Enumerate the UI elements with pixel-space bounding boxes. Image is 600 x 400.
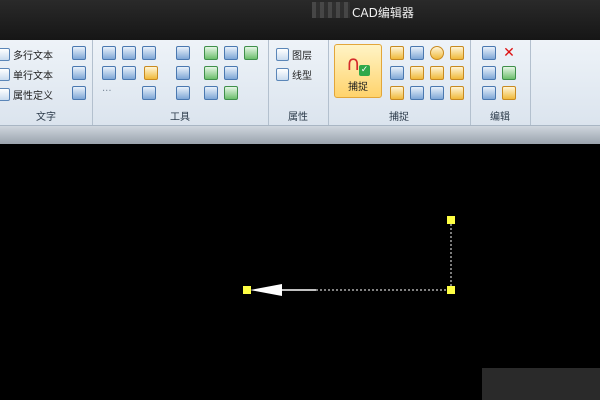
layer-icon — [276, 48, 289, 61]
copy-clip-icon[interactable] — [502, 66, 516, 80]
properties-group-label: 属性 — [288, 112, 308, 123]
explode-icon[interactable] — [204, 86, 218, 100]
layer-label: 图层 — [292, 51, 312, 62]
snap-node-icon[interactable] — [410, 66, 424, 80]
snap-center-icon[interactable] — [430, 46, 444, 60]
mtext-label: 多行文本 — [13, 51, 53, 62]
copy-icon[interactable] — [102, 66, 116, 80]
snap-group-label: 捕捉 — [389, 112, 409, 123]
attdef-label: 属性定义 — [13, 91, 53, 102]
edit-group-label: 编辑 — [490, 112, 510, 123]
properties-icon[interactable] — [502, 86, 516, 100]
text-group-label: 文字 — [36, 112, 56, 123]
snap-perpendicular-icon[interactable] — [410, 46, 424, 60]
bottom-right-panel — [482, 368, 600, 400]
ungroup-icon[interactable] — [224, 46, 238, 60]
delete-icon[interactable]: ✕ — [502, 46, 516, 60]
tools-group-label: 工具 — [170, 112, 190, 123]
layer-button[interactable]: 图层 — [276, 46, 312, 63]
snap-insertion-icon[interactable] — [390, 86, 404, 100]
array-icon[interactable] — [144, 66, 158, 80]
join-icon[interactable] — [224, 86, 238, 100]
snap-extension-icon[interactable] — [430, 86, 444, 100]
fillet-icon[interactable] — [142, 86, 156, 100]
scale-icon[interactable] — [122, 66, 136, 80]
text-edit-icon[interactable] — [72, 66, 86, 80]
properties-group: 图层 线型 属性 — [268, 40, 329, 125]
window-title: CAD编辑器 — [352, 6, 414, 20]
cut-icon[interactable] — [482, 66, 496, 80]
edit-group: ✕ 编辑 — [470, 40, 531, 125]
block-icon[interactable] — [176, 46, 190, 60]
linetype-button[interactable]: 线型 — [276, 66, 312, 83]
linetype-label: 线型 — [292, 71, 312, 82]
snap-group: ∩ ✓ 捕捉 捕捉 — [328, 40, 471, 125]
snap-tangent-icon[interactable] — [450, 46, 464, 60]
title-bar: CAD编辑器 — [0, 0, 600, 40]
snap-quadrant-icon[interactable] — [410, 86, 424, 100]
ribbon: 多行文本 单行文本 属性定义 文字 ··· 工具 图层 线型 属性 ∩ ✓ 捕捉… — [0, 40, 600, 126]
grip-corner[interactable] — [447, 286, 455, 294]
trim-icon[interactable] — [204, 66, 218, 80]
insert-icon[interactable] — [244, 46, 258, 60]
check-icon: ✓ — [359, 65, 370, 76]
drawing-canvas[interactable] — [0, 144, 600, 400]
arrow-head[interactable] — [250, 284, 282, 296]
text-find-icon[interactable] — [72, 86, 86, 100]
grip-arrow-tip[interactable] — [243, 286, 251, 294]
stext-button[interactable]: 单行文本 — [0, 66, 53, 83]
grip-top[interactable] — [447, 216, 455, 224]
stretch-icon[interactable] — [176, 66, 190, 80]
attdef-icon — [0, 88, 10, 101]
snap-intersection-icon[interactable] — [430, 66, 444, 80]
rotate-icon[interactable] — [122, 46, 136, 60]
text-style-icon[interactable] — [72, 46, 86, 60]
chamfer-icon[interactable] — [176, 86, 190, 100]
snap-parallel-icon[interactable] — [450, 86, 464, 100]
dotted-line-icon[interactable]: ··· — [102, 86, 116, 100]
snap-nearest-icon[interactable] — [450, 66, 464, 80]
snap-button[interactable]: ∩ ✓ 捕捉 — [334, 44, 382, 98]
move-icon[interactable] — [102, 46, 116, 60]
linetype-icon — [276, 68, 289, 81]
tools-group: ··· 工具 — [92, 40, 269, 125]
stext-label: 单行文本 — [13, 71, 53, 82]
attdef-button[interactable]: 属性定义 — [0, 86, 53, 103]
extend-icon[interactable] — [224, 66, 238, 80]
ribbon-footer-bar — [0, 126, 600, 144]
snap-midpoint-icon[interactable] — [390, 66, 404, 80]
blurred-title-prefix — [312, 2, 350, 18]
stext-icon — [0, 68, 10, 81]
text-group: 多行文本 单行文本 属性定义 文字 — [0, 40, 93, 125]
snap-endpoint-icon[interactable] — [390, 46, 404, 60]
mirror-icon[interactable] — [142, 46, 156, 60]
group-icon[interactable] — [204, 46, 218, 60]
duplicate-icon[interactable] — [482, 86, 496, 100]
mtext-button[interactable]: 多行文本 — [0, 46, 53, 63]
paste-icon[interactable] — [482, 46, 496, 60]
mtext-icon — [0, 48, 10, 61]
snap-button-label: 捕捉 — [348, 82, 368, 93]
